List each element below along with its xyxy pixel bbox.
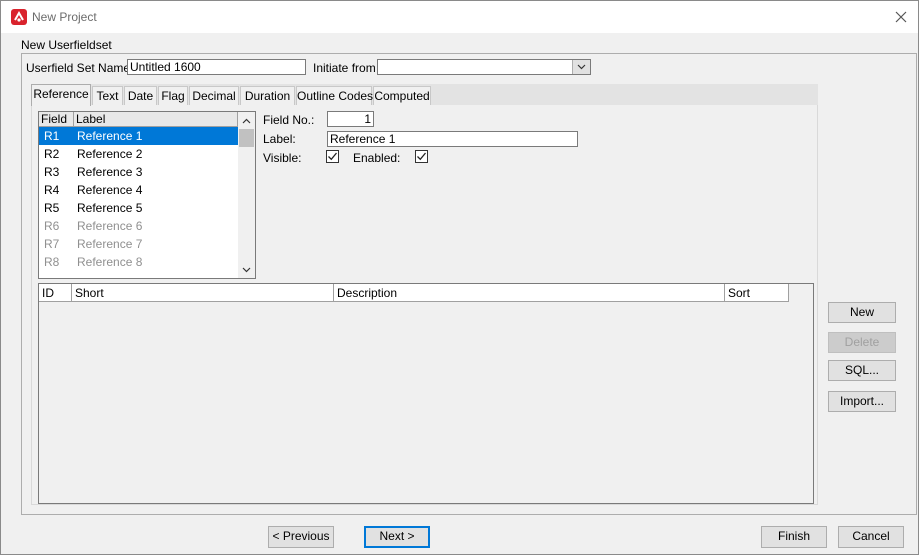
- list-item-label: Reference 8: [77, 255, 143, 269]
- dialog-window: New Project New Userfieldset Userfield S…: [0, 0, 919, 555]
- delete-button[interactable]: Delete: [828, 332, 896, 353]
- list-item-field: R8: [44, 255, 60, 269]
- tab-outline-codes[interactable]: Outline Codes: [296, 86, 373, 106]
- list-item-field: R7: [44, 237, 60, 251]
- visible-checkbox[interactable]: [326, 150, 339, 163]
- app-logo-icon: [11, 9, 27, 25]
- tab-computed[interactable]: Computed: [373, 86, 431, 106]
- column-header-id[interactable]: ID: [39, 284, 72, 302]
- list-item-field: R6: [44, 219, 60, 233]
- tab-reference[interactable]: Reference: [31, 84, 91, 106]
- set-name-input[interactable]: Untitled 1600: [127, 59, 306, 75]
- list-item[interactable]: R3 Reference 3: [39, 163, 238, 181]
- list-item[interactable]: R4 Reference 4: [39, 181, 238, 199]
- label-label: Label:: [263, 132, 296, 146]
- list-item-label: Reference 4: [77, 183, 143, 197]
- previous-button[interactable]: < Previous: [268, 526, 334, 548]
- list-item-label: Reference 5: [77, 201, 143, 215]
- column-header-short[interactable]: Short: [72, 284, 334, 302]
- tab-decimal[interactable]: Decimal: [189, 86, 239, 106]
- list-item-label: Reference 6: [77, 219, 143, 233]
- field-no-input[interactable]: 1: [327, 111, 374, 127]
- finish-button[interactable]: Finish: [761, 526, 827, 548]
- chevron-up-icon: [242, 118, 251, 123]
- tab-date[interactable]: Date: [124, 86, 157, 106]
- column-header-field[interactable]: Field: [39, 112, 74, 127]
- group-label: New Userfieldset: [21, 38, 112, 52]
- cancel-button[interactable]: Cancel: [838, 526, 904, 548]
- chevron-down-icon: [242, 267, 251, 272]
- tab-text[interactable]: Text: [92, 86, 123, 106]
- tab-strip: Reference Text Date Flag Decimal Duratio…: [31, 84, 818, 106]
- checkmark-icon: [417, 152, 427, 161]
- list-item[interactable]: R2 Reference 2: [39, 145, 238, 163]
- combo-dropdown-button[interactable]: [572, 60, 590, 74]
- fields-listbox[interactable]: Field Label R1 Reference 1 R2 Reference …: [38, 111, 256, 279]
- codes-grid[interactable]: ID Short Description Sort: [38, 283, 814, 504]
- enabled-checkbox[interactable]: [415, 150, 428, 163]
- label-input[interactable]: Reference 1: [327, 131, 578, 147]
- list-item-label: Reference 2: [77, 147, 143, 161]
- list-item-label: Reference 3: [77, 165, 143, 179]
- list-item[interactable]: R7 Reference 7: [39, 235, 238, 253]
- list-item-field: R2: [44, 147, 60, 161]
- chevron-down-icon: [577, 64, 586, 70]
- close-button[interactable]: [889, 7, 913, 27]
- list-item-label: Reference 1: [77, 129, 143, 143]
- title-bar: New Project: [1, 1, 918, 33]
- list-item-field: R3: [44, 165, 60, 179]
- list-item-field: R1: [44, 129, 60, 143]
- close-icon: [895, 11, 907, 23]
- list-item[interactable]: R5 Reference 5: [39, 199, 238, 217]
- tab-flag[interactable]: Flag: [158, 86, 188, 106]
- list-item[interactable]: R1 Reference 1: [39, 127, 238, 145]
- field-no-label: Field No.:: [263, 113, 315, 127]
- column-header-description[interactable]: Description: [334, 284, 725, 302]
- initiate-from-select[interactable]: [377, 59, 591, 75]
- initiate-from-label: Initiate from :: [313, 61, 383, 75]
- new-button[interactable]: New: [828, 302, 896, 323]
- column-header-label[interactable]: Label: [74, 112, 238, 127]
- sql-button[interactable]: SQL...: [828, 360, 896, 381]
- list-scrollbar[interactable]: [238, 112, 255, 278]
- scroll-up-button[interactable]: [238, 112, 255, 129]
- scroll-down-button[interactable]: [238, 261, 255, 278]
- list-item[interactable]: R8 Reference 8: [39, 253, 238, 271]
- list-item[interactable]: R6 Reference 6: [39, 217, 238, 235]
- set-name-label: Userfield Set Name :: [26, 61, 137, 75]
- next-button[interactable]: Next >: [364, 526, 430, 548]
- window-title: New Project: [32, 10, 97, 24]
- import-button[interactable]: Import...: [828, 391, 896, 412]
- visible-label: Visible:: [263, 151, 302, 165]
- list-item-field: R4: [44, 183, 60, 197]
- list-item-label: Reference 7: [77, 237, 143, 251]
- checkmark-icon: [328, 152, 338, 161]
- scroll-thumb[interactable]: [239, 129, 254, 147]
- tab-duration[interactable]: Duration: [240, 86, 295, 106]
- enabled-label: Enabled:: [353, 151, 401, 165]
- column-header-sort[interactable]: Sort: [725, 284, 789, 302]
- list-item-field: R5: [44, 201, 60, 215]
